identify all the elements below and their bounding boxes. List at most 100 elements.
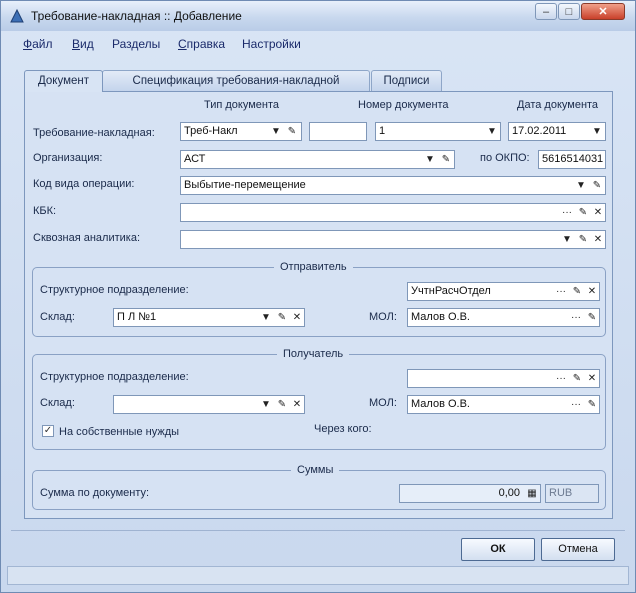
receiver-warehouse-label: Склад: — [40, 397, 75, 409]
select-pencil-icon[interactable]: ✎ — [585, 397, 599, 412]
maximize-button[interactable]: □ — [558, 3, 580, 20]
op-code-label: Код вида операции: — [33, 178, 135, 190]
kbk-label: КБК: — [33, 205, 57, 217]
dropdown-icon[interactable]: ▼ — [269, 124, 283, 139]
select-pencil-icon[interactable]: ✎ — [585, 310, 599, 325]
cancel-button[interactable]: Отмена — [541, 538, 615, 561]
okpo-label: по ОКПО: — [480, 152, 530, 164]
select-pencil-icon[interactable]: ✎ — [439, 152, 453, 167]
org-select[interactable]: АСТ ▼ ✎ — [180, 150, 455, 169]
doc-number-header: Номер документа — [358, 99, 449, 111]
select-pencil-icon[interactable]: ✎ — [590, 178, 604, 193]
menu-view[interactable]: Вид — [72, 37, 94, 51]
total-value: 0,00 — [498, 487, 520, 499]
dropdown-icon[interactable]: ▼ — [259, 397, 273, 412]
select-pencil-icon[interactable]: ✎ — [570, 371, 584, 386]
receiver-mol-value: Малов О.В. — [411, 398, 470, 410]
more-icon[interactable]: ··· — [560, 205, 574, 220]
sender-mol-label: МОЛ: — [369, 311, 397, 323]
dropdown-icon[interactable]: ▼ — [423, 152, 437, 167]
tab-document[interactable]: Документ — [24, 70, 103, 92]
org-label: Организация: — [33, 152, 103, 164]
menu-sections[interactable]: Разделы — [112, 37, 160, 51]
doc-type-header: Тип документа — [204, 99, 280, 111]
receiver-group-title: Получатель — [277, 348, 350, 360]
receiver-mol-input[interactable]: Малов О.В. ··· ✎ — [407, 395, 600, 414]
org-value: АСТ — [184, 153, 206, 165]
more-icon[interactable]: ··· — [569, 310, 583, 325]
via-label: Через кого: — [314, 423, 372, 435]
select-pencil-icon[interactable]: ✎ — [576, 232, 590, 247]
clear-icon[interactable]: ✕ — [290, 397, 304, 412]
tab-specification[interactable]: Спецификация требования-накладной — [102, 70, 370, 91]
clear-icon[interactable]: ✕ — [585, 371, 599, 386]
kbk-input[interactable]: ··· ✎ ✕ — [180, 203, 606, 222]
clear-icon[interactable]: ✕ — [591, 205, 605, 220]
total-input[interactable]: 0,00 — [399, 484, 541, 503]
close-icon: ✕ — [598, 6, 608, 18]
window-title: Требование-накладная :: Добавление — [31, 9, 242, 23]
menu-help[interactable]: Справка — [178, 37, 225, 51]
sender-dept-label: Структурное подразделение: — [40, 284, 189, 296]
sender-dept-input[interactable]: УчтнРасчОтдел ··· ✎ ✕ — [407, 282, 600, 301]
select-pencil-icon[interactable]: ✎ — [275, 397, 289, 412]
select-pencil-icon[interactable]: ✎ — [570, 284, 584, 299]
more-icon[interactable]: ··· — [554, 284, 568, 299]
title-bar: Требование-накладная :: Добавление – □ ✕ — [1, 1, 635, 31]
doc-number-value: 1 — [379, 125, 386, 137]
clear-icon[interactable]: ✕ — [591, 232, 605, 247]
analytics-select[interactable]: ▼ ✎ ✕ — [180, 230, 606, 249]
minimize-button[interactable]: – — [535, 3, 557, 20]
select-pencil-icon[interactable]: ✎ — [285, 124, 299, 139]
dropdown-icon[interactable]: ▼ — [574, 178, 588, 193]
maximize-icon: □ — [565, 5, 573, 18]
sender-mol-input[interactable]: Малов О.В. ··· ✎ — [407, 308, 600, 327]
menu-bar: Файл Вид Разделы Справка Настройки — [1, 33, 635, 55]
footer-separator — [11, 530, 625, 531]
clear-icon[interactable]: ✕ — [585, 284, 599, 299]
own-needs-checkbox[interactable]: ✓ — [42, 425, 54, 437]
own-needs-label: На собственные нужды — [59, 426, 180, 438]
invoice-label: Требование-накладная: — [33, 127, 155, 139]
app-icon — [10, 8, 24, 23]
dropdown-icon[interactable]: ▼ — [485, 124, 499, 139]
receiver-dept-input[interactable]: ··· ✎ ✕ — [407, 369, 600, 388]
calculator-icon[interactable]: ▦ — [525, 486, 539, 501]
dropdown-icon[interactable]: ▼ — [590, 124, 604, 139]
doc-date-header: Дата документа — [517, 99, 599, 111]
sender-group-title: Отправитель — [274, 261, 353, 273]
op-code-select[interactable]: Выбытие-перемещение ▼ ✎ — [180, 176, 606, 195]
menu-file[interactable]: Файл — [23, 37, 53, 51]
sender-dept-value: УчтнРасчОтдел — [411, 285, 491, 297]
op-code-value: Выбытие-перемещение — [184, 179, 306, 191]
menu-settings[interactable]: Настройки — [242, 37, 301, 51]
doc-number-select[interactable]: 1 ▼ — [375, 122, 501, 141]
receiver-warehouse-select[interactable]: ▼ ✎ ✕ — [113, 395, 305, 414]
more-icon[interactable]: ··· — [569, 397, 583, 412]
sender-warehouse-label: Склад: — [40, 311, 75, 323]
receiver-dept-label: Структурное подразделение: — [40, 371, 189, 383]
total-label: Сумма по документу: — [40, 487, 150, 499]
dialog-window: Требование-накладная :: Добавление – □ ✕… — [0, 0, 636, 593]
select-pencil-icon[interactable]: ✎ — [275, 310, 289, 325]
more-icon[interactable]: ··· — [554, 371, 568, 386]
doc-prefix-input[interactable] — [309, 122, 367, 141]
minimize-icon: – — [542, 5, 550, 18]
status-bar — [7, 566, 629, 585]
dropdown-icon[interactable]: ▼ — [560, 232, 574, 247]
doc-type-select[interactable]: Треб-Накл ▼ ✎ — [180, 122, 302, 141]
doc-date-value: 17.02.2011 — [512, 125, 567, 137]
ok-button[interactable]: ОК — [461, 538, 535, 561]
select-pencil-icon[interactable]: ✎ — [576, 205, 590, 220]
sender-mol-value: Малов О.В. — [411, 311, 470, 323]
receiver-mol-label: МОЛ: — [369, 397, 397, 409]
okpo-input[interactable]: 5616514031 — [538, 150, 606, 169]
analytics-label: Сквозная аналитика: — [33, 232, 141, 244]
doc-date-picker[interactable]: 17.02.2011 ▼ — [508, 122, 606, 141]
close-button[interactable]: ✕ — [581, 3, 625, 20]
tab-signatures[interactable]: Подписи — [371, 70, 442, 91]
dropdown-icon[interactable]: ▼ — [259, 310, 273, 325]
sums-group-title: Суммы — [291, 464, 340, 476]
clear-icon[interactable]: ✕ — [290, 310, 304, 325]
sender-warehouse-select[interactable]: П Л №1 ▼ ✎ ✕ — [113, 308, 305, 327]
